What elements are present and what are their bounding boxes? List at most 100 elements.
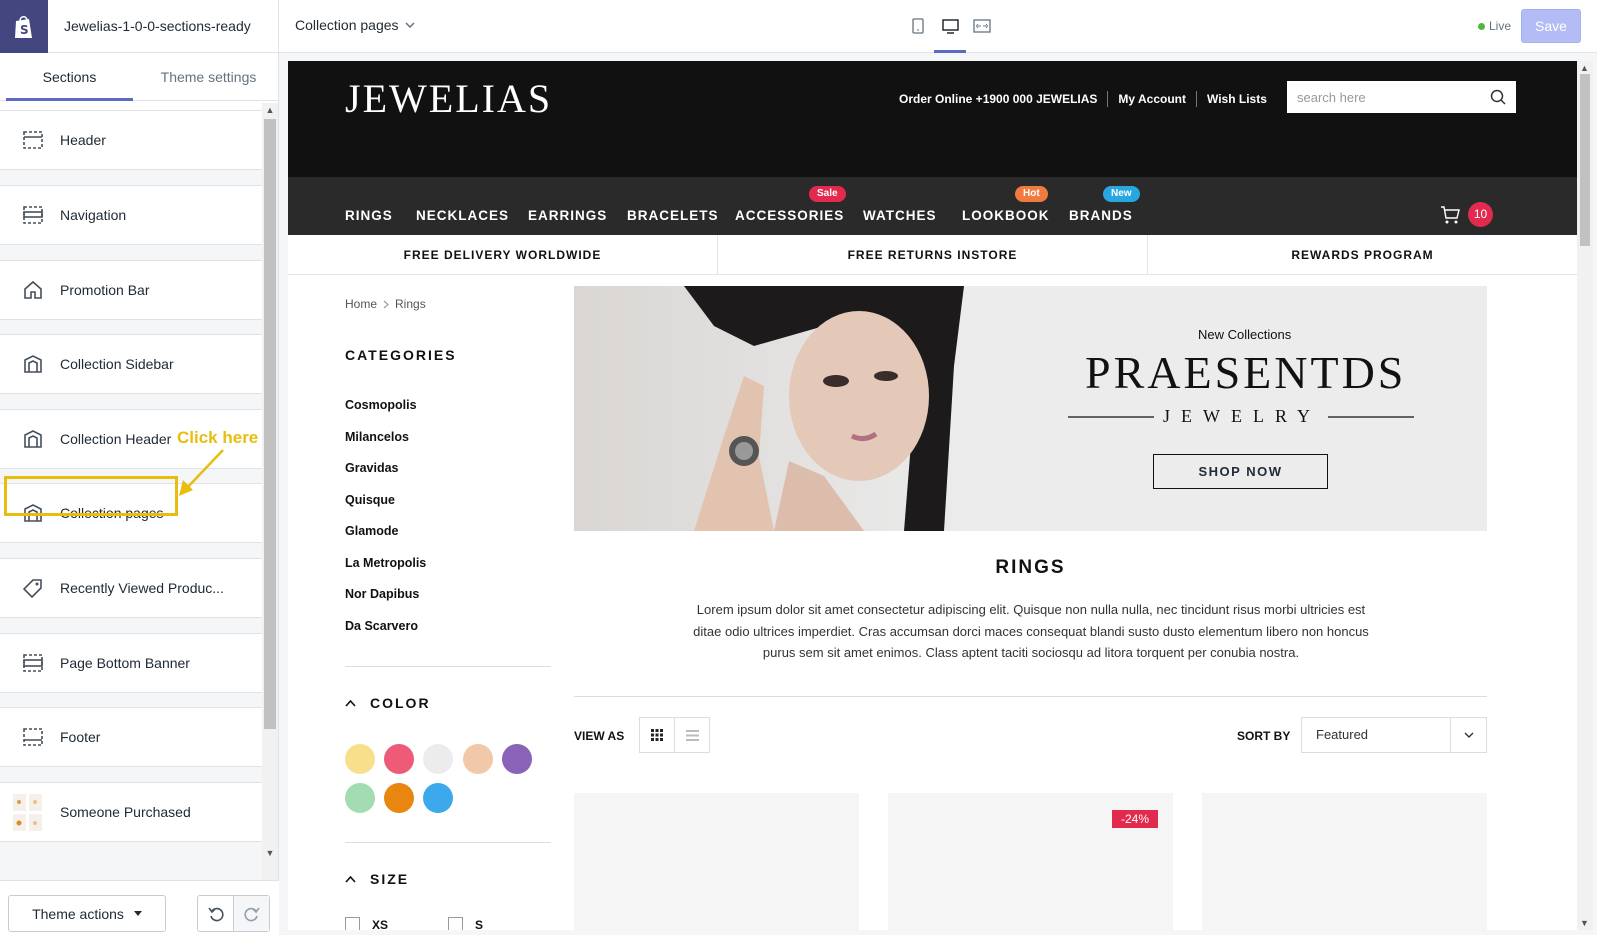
category-link[interactable]: Cosmopolis xyxy=(345,398,426,430)
undo-icon xyxy=(207,907,224,921)
color-swatch[interactable] xyxy=(463,744,493,774)
mobile-view-button[interactable] xyxy=(905,12,931,40)
color-swatch[interactable] xyxy=(423,744,453,774)
sections-sidebar: Sections Theme settings Header Navigatio… xyxy=(0,53,279,935)
checkbox[interactable] xyxy=(345,917,360,930)
product-card[interactable] xyxy=(1202,793,1487,930)
section-label: Header xyxy=(60,132,106,148)
page-type-label: Collection pages xyxy=(295,17,399,33)
store-logo[interactable]: JEWELIAS xyxy=(345,75,552,122)
preview-scroll-thumb[interactable] xyxy=(1580,74,1590,246)
nav-item-necklaces[interactable]: NECKLACES xyxy=(416,208,509,223)
svg-text:S: S xyxy=(20,23,29,37)
section-label: Page Bottom Banner xyxy=(60,655,190,671)
model-photo-image xyxy=(574,286,974,531)
size-option-s[interactable]: S xyxy=(448,917,483,930)
grid-view-button[interactable] xyxy=(639,717,675,753)
nav-item-rings[interactable]: RINGS xyxy=(345,208,393,223)
breadcrumb-current: Rings xyxy=(395,297,426,311)
my-account-link[interactable]: My Account xyxy=(1118,92,1186,106)
theme-actions-button[interactable]: Theme actions xyxy=(8,895,166,932)
color-swatch[interactable] xyxy=(502,744,532,774)
category-link[interactable]: La Metropolis xyxy=(345,556,426,588)
scroll-up-arrow-icon[interactable]: ▲ xyxy=(1580,63,1589,73)
nav-item-earrings[interactable]: EARRINGS xyxy=(528,208,607,223)
page-type-select[interactable]: Collection pages xyxy=(295,17,415,33)
search-icon[interactable] xyxy=(1490,89,1506,105)
product-card[interactable] xyxy=(574,793,859,930)
list-view-button[interactable] xyxy=(674,717,710,753)
nav-item-watches[interactable]: WATCHES xyxy=(863,208,937,223)
filter-divider xyxy=(345,666,551,667)
cart-icon[interactable] xyxy=(1440,205,1460,225)
category-link[interactable]: Quisque xyxy=(345,493,426,525)
section-item-promotion-bar[interactable]: Promotion Bar xyxy=(0,260,262,320)
nav-item-accessories[interactable]: ACCESSORIES xyxy=(735,208,844,223)
color-swatch[interactable] xyxy=(384,783,414,813)
shopify-logo[interactable]: S xyxy=(0,0,48,53)
category-link[interactable]: Gravidas xyxy=(345,461,426,493)
color-swatch[interactable] xyxy=(384,744,414,774)
fullscreen-view-button[interactable] xyxy=(969,12,995,40)
section-item-header[interactable]: Header xyxy=(0,110,262,170)
sidebar-scroll-thumb[interactable] xyxy=(264,119,276,729)
store-search-input[interactable]: search here xyxy=(1287,81,1516,113)
cart-count-badge[interactable]: 10 xyxy=(1468,202,1493,227)
wish-lists-link[interactable]: Wish Lists xyxy=(1207,92,1267,106)
color-swatch[interactable] xyxy=(345,744,375,774)
live-dot-icon xyxy=(1478,22,1485,30)
nav-item-brands[interactable]: BRANDS xyxy=(1069,208,1133,223)
section-item-page-bottom-banner[interactable]: Page Bottom Banner xyxy=(0,633,262,693)
checkbox[interactable] xyxy=(448,917,463,930)
size-option-xs[interactable]: XS xyxy=(345,917,388,930)
section-item-navigation[interactable]: Navigation xyxy=(0,185,262,245)
category-link[interactable]: Milancelos xyxy=(345,430,426,462)
sidebar-tabs: Sections Theme settings xyxy=(0,53,278,101)
tab-sections[interactable]: Sections xyxy=(0,53,139,101)
tab-theme-settings[interactable]: Theme settings xyxy=(139,53,278,100)
nav-item-bracelets[interactable]: BRACELETS xyxy=(627,208,719,223)
breadcrumb-home[interactable]: Home xyxy=(345,297,377,311)
save-button[interactable]: Save xyxy=(1521,9,1581,43)
redo-button[interactable] xyxy=(233,896,269,931)
filter-divider xyxy=(345,842,551,843)
scroll-up-arrow-icon[interactable]: ▲ xyxy=(264,105,276,117)
shop-now-button[interactable]: SHOP NOW xyxy=(1153,454,1328,489)
promo-item: FREE RETURNS INSTORE xyxy=(717,235,1147,274)
color-filter-header[interactable]: COLOR xyxy=(345,695,431,711)
desktop-view-button[interactable] xyxy=(934,12,966,53)
nav-item-lookbook[interactable]: LOOKBOOK xyxy=(962,208,1050,223)
section-item-footer[interactable]: Footer xyxy=(0,707,262,767)
sort-by-label: SORT BY xyxy=(1237,729,1291,743)
size-label: S xyxy=(475,917,484,931)
collection-icon xyxy=(22,353,44,375)
section-label: Collection Header xyxy=(60,431,172,447)
category-link[interactable]: Glamode xyxy=(345,524,426,556)
footer-layout-icon xyxy=(22,726,44,748)
collection-description: Lorem ipsum dolor sit amet consectetur a… xyxy=(693,602,1369,660)
size-filter-title: SIZE xyxy=(370,871,410,887)
scroll-down-arrow-icon[interactable]: ▼ xyxy=(1580,918,1589,928)
sort-select[interactable]: Featured xyxy=(1301,717,1487,753)
category-link[interactable]: Nor Dapibus xyxy=(345,587,426,619)
section-label: Someone Purchased xyxy=(60,804,191,820)
sidebar-footer: Theme actions xyxy=(0,880,279,935)
section-item-someone-purchased[interactable]: Someone Purchased xyxy=(0,782,262,842)
undo-button[interactable] xyxy=(198,896,233,931)
categories-title: CATEGORIES xyxy=(345,347,457,363)
color-swatch[interactable] xyxy=(345,783,375,813)
collection-divider xyxy=(574,696,1487,697)
banner-layout-icon xyxy=(22,652,44,674)
scroll-down-arrow-icon[interactable]: ▼ xyxy=(264,848,276,860)
device-toggle xyxy=(905,12,995,53)
redo-icon xyxy=(243,907,260,921)
category-link[interactable]: Da Scarvero xyxy=(345,619,426,651)
section-item-collection-sidebar[interactable]: Collection Sidebar xyxy=(0,334,262,394)
section-label: Recently Viewed Produc... xyxy=(60,580,224,596)
size-filter-header[interactable]: SIZE xyxy=(345,871,409,887)
product-thumbnail-icon xyxy=(12,794,44,831)
section-item-recently-viewed[interactable]: Recently Viewed Produc... xyxy=(0,558,262,618)
store-navigation xyxy=(288,177,1577,235)
tag-icon xyxy=(22,577,44,599)
color-swatch[interactable] xyxy=(423,783,453,813)
